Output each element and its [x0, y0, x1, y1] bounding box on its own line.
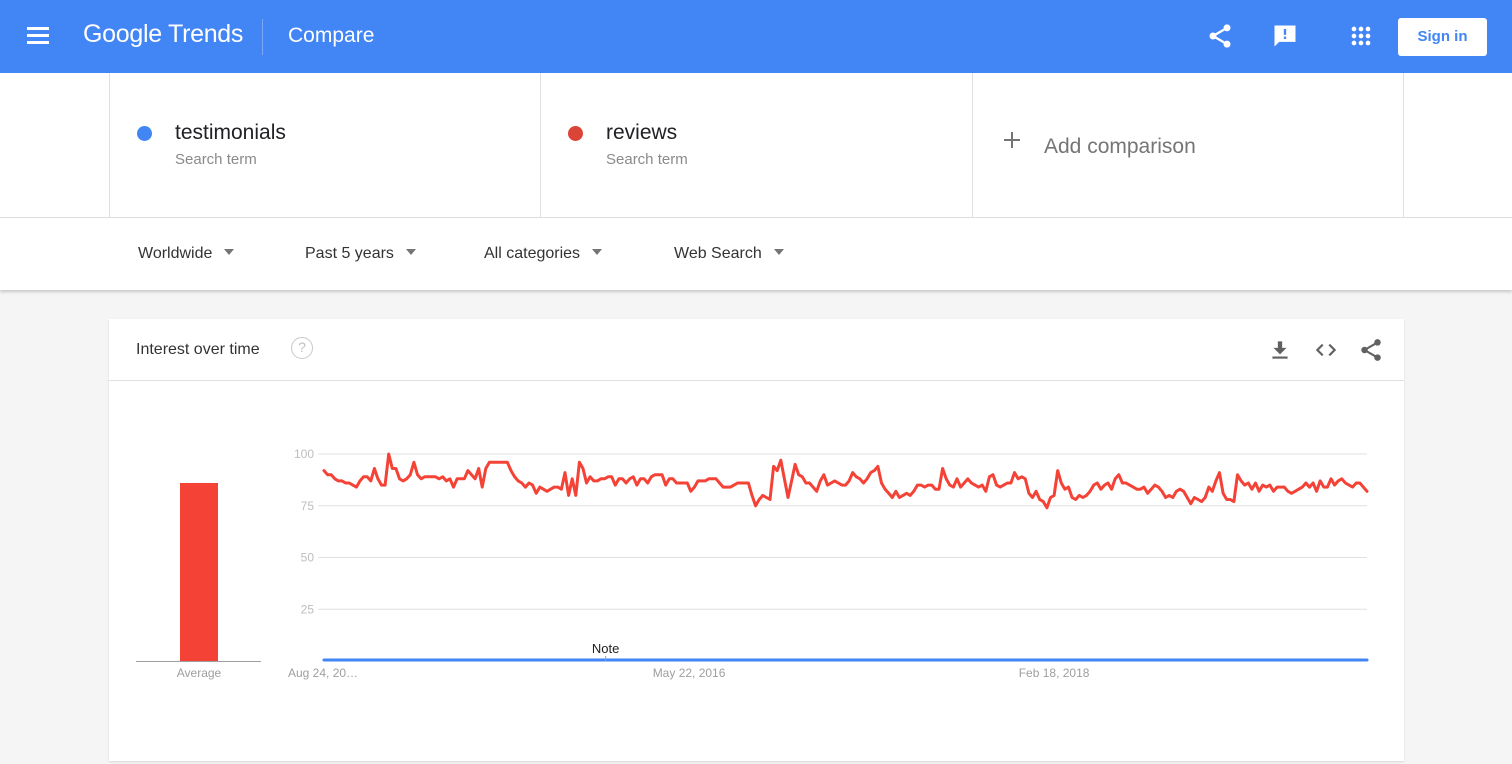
caret-down-icon: [773, 248, 784, 255]
term-color-dot: [568, 126, 583, 141]
y-tick-label: 75: [301, 499, 315, 513]
caret-down-icon: [592, 248, 603, 255]
y-tick-label: 25: [301, 602, 315, 616]
filter-category-dropdown[interactable]: All categories: [484, 245, 603, 263]
share-icon[interactable]: [1206, 22, 1234, 50]
filter-region-dropdown[interactable]: Worldwide: [138, 245, 235, 263]
search-term-1[interactable]: testimonials Search term: [109, 73, 540, 218]
caret-down-icon: [224, 248, 235, 255]
y-axis-ticks: 25 50 75 100: [294, 447, 314, 616]
term-name: testimonials: [175, 121, 286, 144]
average-bar-reviews: [180, 482, 218, 661]
filter-search-type-dropdown[interactable]: Web Search: [674, 245, 784, 263]
logo-trends-text: Trends: [168, 20, 244, 48]
filter-label: Worldwide: [138, 245, 213, 262]
google-trends-logo[interactable]: Google Trends: [83, 20, 243, 49]
series-line-reviews: [322, 452, 1369, 510]
x-tick-label: Feb 18, 2018: [1019, 666, 1090, 680]
search-terms-bar: testimonials Search term reviews Search …: [0, 73, 1512, 218]
term-type: Search term: [606, 151, 688, 168]
average-label: Average: [177, 666, 222, 680]
filter-label: All categories: [484, 245, 581, 262]
y-tick-label: 50: [301, 551, 315, 565]
filter-time-dropdown[interactable]: Past 5 years: [305, 245, 416, 263]
top-app-bar: Google Trends Compare Sign in: [0, 0, 1512, 73]
filter-label: Past 5 years: [305, 245, 394, 262]
chart-annotations: Note: [592, 641, 619, 661]
sign-in-button[interactable]: Sign in: [1398, 18, 1487, 56]
hamburger-menu-icon[interactable]: [27, 27, 49, 45]
header-divider: [262, 19, 263, 55]
term-name: reviews: [606, 121, 678, 144]
interest-chart: Average 25 50 75 100 Aug 24, 20… May 22, 201…: [136, 447, 1369, 680]
plus-icon: [1004, 132, 1020, 148]
average-bar-chart: Average: [136, 482, 261, 680]
interest-over-time-card: Interest over time ? Average 25 50 75 100 A…: [109, 319, 1404, 761]
filter-label: Web Search: [674, 245, 762, 262]
note-label: Note: [592, 641, 619, 656]
term-type: Search term: [175, 151, 257, 168]
filter-bar: Worldwide Past 5 years All categories We…: [0, 218, 1512, 290]
x-tick-label: Aug 24, 20…: [288, 666, 358, 680]
add-comparison-label: Add comparison: [1044, 135, 1196, 158]
search-term-2[interactable]: reviews Search term: [540, 73, 972, 218]
x-axis-ticks: Aug 24, 20… May 22, 2016 Feb 18, 2018: [288, 666, 1090, 680]
caret-down-icon: [405, 248, 416, 255]
add-comparison-button[interactable]: Add comparison: [972, 73, 1404, 218]
page-title: Compare: [288, 24, 375, 47]
y-tick-label: 100: [294, 447, 314, 461]
apps-grid-icon[interactable]: [1347, 22, 1375, 50]
feedback-icon[interactable]: [1271, 22, 1299, 50]
x-tick-label: May 22, 2016: [653, 666, 726, 680]
logo-google-text: Google: [83, 20, 162, 48]
term-color-dot: [137, 126, 152, 141]
